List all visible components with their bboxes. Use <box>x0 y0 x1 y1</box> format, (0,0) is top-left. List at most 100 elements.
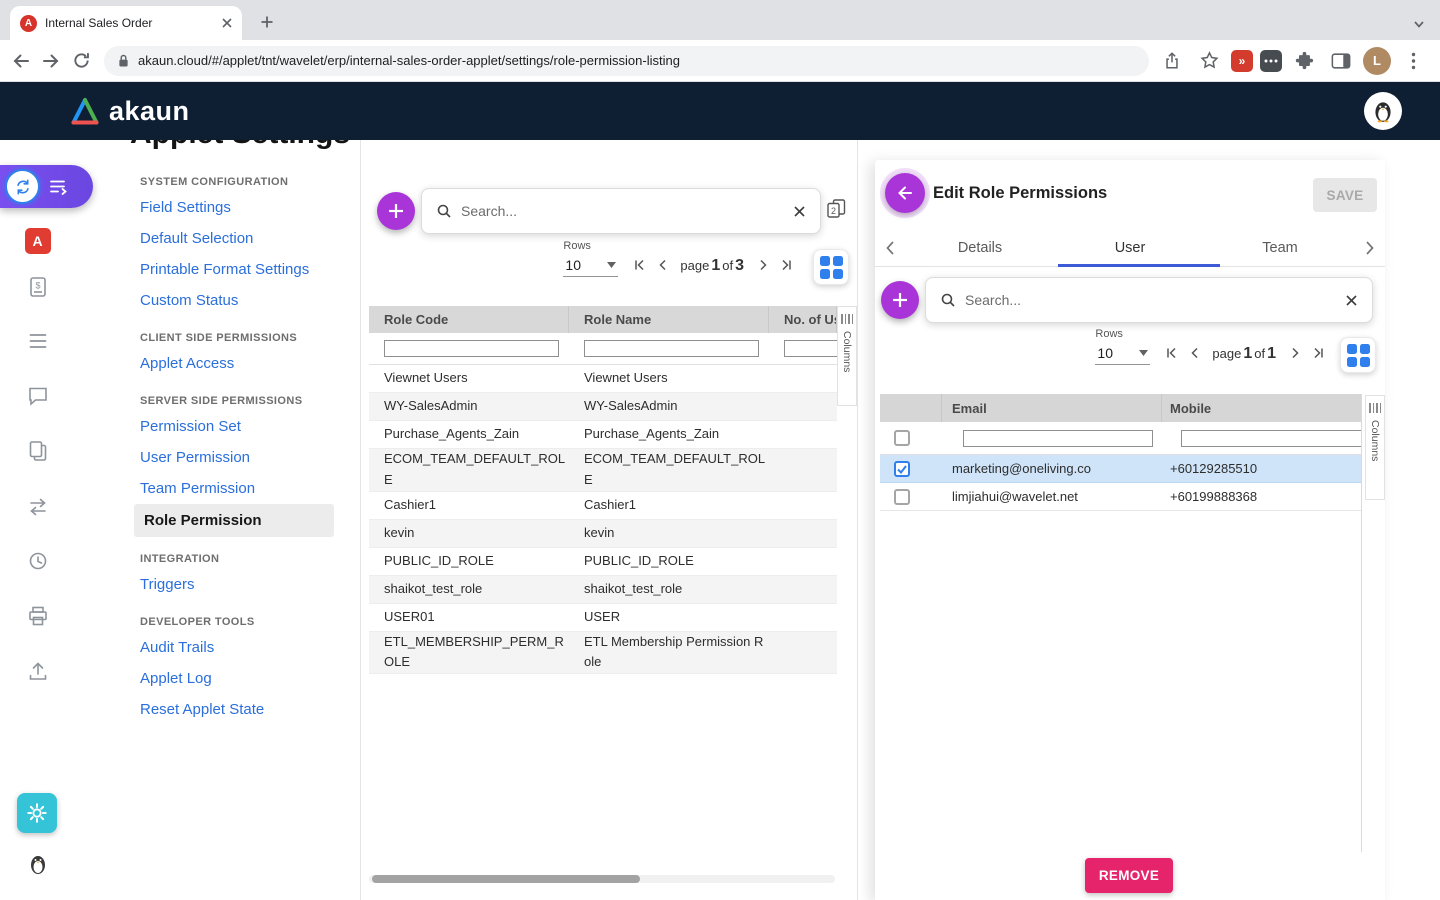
sidebar-icon[interactable] <box>1326 46 1356 76</box>
nav-item-reset-applet-state[interactable]: Reset Applet State <box>140 694 344 725</box>
rail-penguin-icon[interactable] <box>26 852 50 881</box>
back-icon[interactable] <box>6 46 36 76</box>
role-search-box[interactable] <box>421 188 821 234</box>
table-row[interactable]: Cashier1Cashier1 <box>369 492 837 520</box>
rail-transfer-icon[interactable] <box>26 495 50 524</box>
rail-pdf-icon[interactable]: A <box>25 228 51 254</box>
extension-dark-icon[interactable] <box>1260 50 1282 72</box>
pages-icon[interactable]: 2 <box>826 198 847 219</box>
nav-item-applet-log[interactable]: Applet Log <box>140 663 344 694</box>
browser-tab[interactable]: A Internal Sales Order <box>10 6 242 40</box>
filter-role-code-input[interactable] <box>384 340 559 357</box>
table-row[interactable]: shaikot_test_roleshaikot_test_role <box>369 576 837 604</box>
nav-item-user-permission[interactable]: User Permission <box>140 442 344 473</box>
nav-item-custom-status[interactable]: Custom Status <box>140 285 344 316</box>
rail-upload-icon[interactable] <box>26 659 50 688</box>
nav-item-triggers[interactable]: Triggers <box>140 569 344 600</box>
table-row[interactable]: Viewnet UsersViewnet Users <box>369 365 837 393</box>
rail-history-icon[interactable] <box>26 549 50 578</box>
filter-no-of-users-input[interactable] <box>784 340 837 357</box>
clear-search-icon[interactable] <box>1345 294 1358 307</box>
select-all-checkbox[interactable] <box>894 430 910 446</box>
table-row[interactable]: WY-SalesAdminWY-SalesAdmin <box>369 393 837 421</box>
extensions-puzzle-icon[interactable] <box>1289 46 1319 76</box>
prev-page-icon[interactable] <box>652 255 674 275</box>
horizontal-scrollbar[interactable] <box>369 875 835 883</box>
bookmark-star-icon[interactable] <box>1194 46 1224 76</box>
nav-item-permission-set[interactable]: Permission Set <box>140 411 344 442</box>
new-tab-button[interactable] <box>254 9 280 35</box>
nav-item-role-permission[interactable]: Role Permission <box>134 504 334 537</box>
tab-details[interactable]: Details <box>905 240 1055 256</box>
column-header-no-of-users[interactable]: No. of Us <box>769 306 837 333</box>
clear-search-icon[interactable] <box>793 205 806 218</box>
playlist-icon[interactable] <box>49 177 70 196</box>
table-row[interactable]: ECOM_TEAM_DEFAULT_ROLEECOM_TEAM_DEFAULT_… <box>369 449 837 492</box>
user-search-box[interactable] <box>925 277 1373 323</box>
table-row[interactable]: ETL_MEMBERSHIP_PERM_ROLEETL Membership P… <box>369 632 837 675</box>
scrollbar-thumb[interactable] <box>372 875 640 883</box>
last-page-icon[interactable] <box>1307 343 1329 363</box>
nav-item-field-settings[interactable]: Field Settings <box>140 192 344 223</box>
tab-strip-chevron-icon[interactable] <box>1412 18 1426 30</box>
user-row[interactable]: marketing@oneliving.co +60129285510 <box>880 455 1362 483</box>
sync-circle-icon[interactable] <box>5 169 40 204</box>
next-page-icon[interactable] <box>1284 343 1306 363</box>
nav-item-applet-access[interactable]: Applet Access <box>140 348 344 379</box>
menu-dots-icon[interactable] <box>1398 46 1428 76</box>
nav-item-printable-format[interactable]: Printable Format Settings <box>140 254 344 285</box>
nav-item-team-permission[interactable]: Team Permission <box>140 473 344 504</box>
save-button[interactable]: SAVE <box>1313 178 1377 212</box>
rail-invoice-icon[interactable]: $ <box>26 275 50 304</box>
column-header-mobile[interactable]: Mobile <box>1162 394 1362 422</box>
settings-gear-button[interactable] <box>17 793 57 833</box>
row-checkbox-unchecked[interactable] <box>894 489 910 505</box>
rail-list-icon[interactable] <box>26 329 50 358</box>
filter-email-input[interactable] <box>963 430 1153 447</box>
rail-docs-icon[interactable] <box>26 439 50 468</box>
back-button[interactable] <box>885 173 925 213</box>
address-bar[interactable]: akaun.cloud/#/applet/tnt/wavelet/erp/int… <box>104 46 1149 76</box>
share-icon[interactable] <box>1157 46 1187 76</box>
add-role-button[interactable] <box>377 192 415 230</box>
nav-item-default-selection[interactable]: Default Selection <box>140 223 344 254</box>
user-avatar[interactable] <box>1364 92 1402 130</box>
user-row[interactable]: limjiahui@wavelet.net +60199888368 <box>880 483 1362 511</box>
column-header-email[interactable]: Email <box>942 394 1162 422</box>
rows-per-page-select[interactable]: 10 <box>1095 343 1150 365</box>
akaun-logo[interactable]: akaun <box>70 96 190 127</box>
add-user-button[interactable] <box>881 281 919 319</box>
applet-switcher-pill[interactable] <box>0 165 93 208</box>
table-row[interactable]: PUBLIC_ID_ROLEPUBLIC_ID_ROLE <box>369 548 837 576</box>
nav-item-audit-trails[interactable]: Audit Trails <box>140 632 344 663</box>
forward-icon[interactable] <box>36 46 66 76</box>
column-chooser[interactable]: Columns <box>837 306 857 406</box>
filter-role-name-input[interactable] <box>584 340 759 357</box>
first-page-icon[interactable] <box>1161 343 1183 363</box>
rail-printer-icon[interactable] <box>26 604 50 633</box>
first-page-icon[interactable] <box>629 255 651 275</box>
table-row[interactable]: USER01USER <box>369 604 837 632</box>
table-row[interactable]: kevinkevin <box>369 520 837 548</box>
column-header-role-name[interactable]: Role Name <box>569 306 769 333</box>
tabs-chevron-right-icon[interactable] <box>1355 240 1385 256</box>
next-page-icon[interactable] <box>752 255 774 275</box>
rail-chat-icon[interactable] <box>26 384 50 413</box>
extension-red-icon[interactable]: » <box>1231 50 1253 72</box>
table-row[interactable]: Purchase_Agents_ZainPurchase_Agents_Zain <box>369 421 837 449</box>
rows-per-page-select[interactable]: 10 <box>563 255 618 277</box>
tab-user[interactable]: User <box>1055 240 1205 256</box>
filter-mobile-input[interactable] <box>1181 430 1362 447</box>
grid-view-button[interactable] <box>1340 337 1376 373</box>
column-header-role-code[interactable]: Role Code <box>369 306 569 333</box>
last-page-icon[interactable] <box>775 255 797 275</box>
role-search-input[interactable] <box>461 203 784 219</box>
remove-button[interactable]: REMOVE <box>1085 858 1173 893</box>
grid-view-button[interactable] <box>813 249 849 285</box>
tabs-chevron-left-icon[interactable] <box>875 240 905 256</box>
tab-team[interactable]: Team <box>1205 240 1355 256</box>
reload-icon[interactable] <box>66 46 96 76</box>
user-search-input[interactable] <box>965 292 1336 308</box>
profile-avatar[interactable]: L <box>1363 47 1391 75</box>
column-chooser[interactable]: Columns <box>1365 395 1385 500</box>
